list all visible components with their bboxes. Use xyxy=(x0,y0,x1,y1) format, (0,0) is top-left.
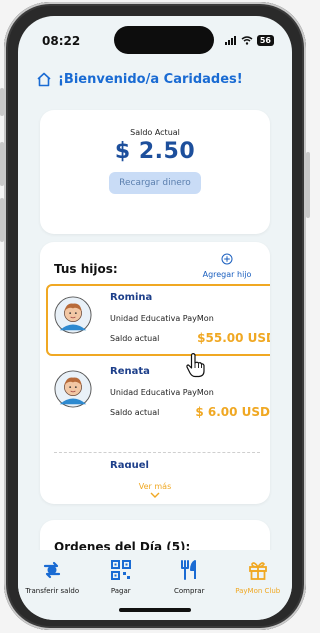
tab-paymon-club[interactable]: PayMon Club xyxy=(227,550,289,620)
wifi-icon xyxy=(241,36,253,45)
phone-frame: 08:22 56 ¡Bienvenido/a Caridades! Saldo … xyxy=(0,2,310,630)
kids-title: Tus hijos: xyxy=(54,262,118,276)
child-avatar-icon xyxy=(54,296,92,334)
app-header: ¡Bienvenido/a Caridades! xyxy=(36,72,243,87)
home-icon[interactable] xyxy=(36,72,52,87)
status-bar: 08:22 56 xyxy=(18,26,292,56)
tab-label: Transferir saldo xyxy=(25,587,80,595)
see-more-label: Ver más xyxy=(138,482,172,491)
kid-balance-amount: $55.00 USD xyxy=(197,331,270,345)
kid-balance-label: Saldo actual xyxy=(110,408,160,417)
cutlery-icon xyxy=(181,560,197,580)
welcome-title: ¡Bienvenido/a Caridades! xyxy=(58,72,243,87)
mute-switch xyxy=(0,88,4,116)
balance-amount: $ 2.50 xyxy=(114,139,196,164)
balance-card: Saldo Actual $ 2.50 Recargar dinero xyxy=(40,110,270,234)
kid-item-renata[interactable]: Renata Unidad Educativa PayMon Saldo act… xyxy=(48,360,270,428)
kid-name: Romina xyxy=(110,292,153,303)
recharge-button[interactable]: Recargar dinero xyxy=(109,172,201,194)
kid-name: Raquel xyxy=(110,460,149,468)
see-more-button[interactable]: Ver más xyxy=(40,482,270,500)
kid-item-raquel[interactable]: Raquel xyxy=(48,438,270,468)
gift-icon xyxy=(248,562,267,580)
kid-name: Renata xyxy=(110,366,150,377)
kid-balance-label: Saldo actual xyxy=(110,334,160,343)
balance-label: Saldo Actual xyxy=(130,128,180,137)
kid-school: Unidad Educativa PayMon xyxy=(110,388,214,397)
app-screen: 08:22 56 ¡Bienvenido/a Caridades! Saldo … xyxy=(18,16,292,620)
hand-cursor-icon xyxy=(186,353,205,378)
kid-item-romina[interactable]: Romina Unidad Educativa PayMon Saldo act… xyxy=(46,284,270,356)
tab-label: PayMon Club xyxy=(235,587,281,595)
add-kid-button[interactable]: Agregar hijo xyxy=(194,250,260,279)
child-avatar-icon xyxy=(54,370,92,408)
tab-transfer[interactable]: Transferir saldo xyxy=(21,550,83,620)
status-time: 08:22 xyxy=(42,34,81,48)
qr-icon xyxy=(110,560,131,580)
volume-down-button xyxy=(0,198,4,242)
volume-up-button xyxy=(0,142,4,186)
tab-label: Pagar xyxy=(110,587,131,595)
kid-school: Unidad Educativa PayMon xyxy=(110,314,214,323)
add-circle-icon xyxy=(221,253,233,265)
tab-label: Comprar xyxy=(174,587,205,595)
battery-indicator: 56 xyxy=(256,35,274,46)
add-kid-label: Agregar hijo xyxy=(202,270,252,279)
chevron-down-icon xyxy=(150,492,160,498)
transfer-icon xyxy=(44,561,61,579)
dynamic-island xyxy=(114,26,214,54)
status-icons: 56 xyxy=(224,35,274,46)
power-button xyxy=(306,152,310,218)
kid-balance-amount: $ 6.00 USD xyxy=(195,405,270,419)
home-indicator xyxy=(119,608,191,612)
kids-card: Tus hijos: Agregar hijo Romina Unidad Ed… xyxy=(40,242,270,504)
signal-icon xyxy=(224,36,236,45)
